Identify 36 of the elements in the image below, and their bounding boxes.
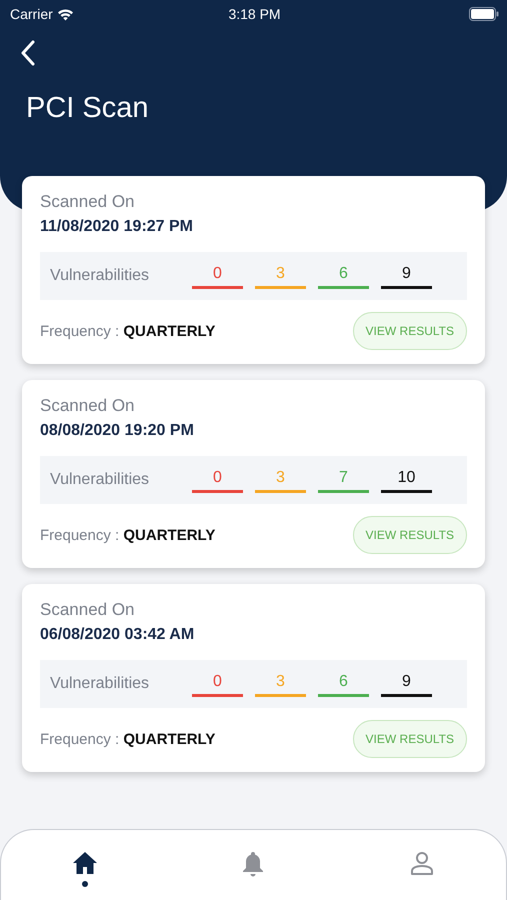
bell-icon[interactable]	[242, 851, 264, 877]
vulnerabilities-label: Vulnerabilities	[50, 675, 150, 693]
vulnerability-count: 7	[339, 468, 348, 488]
battery-icon	[469, 7, 500, 21]
scanned-on-label: Scanned On	[40, 192, 135, 212]
vulnerability-count: 3	[276, 672, 285, 692]
vulnerabilities-label: Vulnerabilities	[50, 267, 150, 285]
carrier-name: Carrier	[10, 6, 53, 22]
frequency-text: Frequency : QUARTERLY	[40, 730, 216, 748]
view-results-button[interactable]: VIEW RESULTS	[352, 312, 467, 350]
vulnerability-count: 6	[339, 264, 348, 284]
vulnerability-count: 9	[402, 264, 411, 284]
frequency-text: Frequency : QUARTERLY	[40, 322, 216, 340]
vulnerabilities-label: Vulnerabilities	[50, 471, 150, 489]
scanned-on-label: Scanned On	[40, 396, 135, 416]
vulnerability-count: 3	[276, 468, 285, 488]
scanned-on-label: Scanned On	[40, 600, 135, 620]
page-title: PCI Scan	[26, 92, 148, 125]
vulnerability-count: 6	[339, 672, 348, 692]
vulnerability-count: 10	[398, 468, 416, 488]
vulnerability-count: 9	[402, 672, 411, 692]
vulnerability-count: 3	[276, 264, 285, 284]
vulnerability-count: 0	[213, 264, 222, 284]
vulnerability-count: 0	[213, 672, 222, 692]
person-icon[interactable]	[410, 851, 434, 875]
view-results-button[interactable]: VIEW RESULTS	[352, 720, 467, 758]
scan-date: 06/08/2020 03:42 AM	[40, 626, 194, 644]
vulnerability-count: 0	[213, 468, 222, 488]
clock-time: 3:18 PM	[228, 6, 281, 22]
frequency-text: Frequency : QUARTERLY	[40, 526, 216, 544]
back-icon[interactable]	[20, 40, 36, 66]
scan-date: 08/08/2020 19:20 PM	[40, 422, 194, 440]
view-results-button[interactable]: VIEW RESULTS	[352, 516, 467, 554]
wifi-icon	[56, 8, 74, 20]
home-icon[interactable]	[72, 851, 98, 875]
scan-date: 11/08/2020 19:27 PM	[40, 218, 194, 236]
